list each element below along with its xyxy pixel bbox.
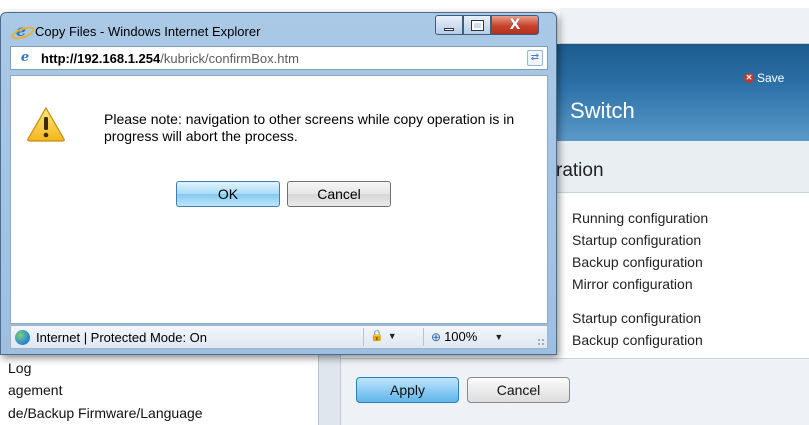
security-menu[interactable]: 🔒 ▼ (370, 329, 397, 342)
close-button[interactable]: X (491, 15, 539, 35)
security-zone: Internet | Protected Mode: On (36, 329, 208, 345)
security-icon: 🔒 (370, 330, 384, 342)
address-bar[interactable]: e http://192.168.1.254/kubrick/confirmBo… (10, 46, 548, 70)
ok-button[interactable]: OK (176, 181, 280, 207)
nav-item-upgrade-backup[interactable]: de/Backup Firmware/Language (8, 405, 203, 421)
option-mirror-configuration[interactable]: Mirror configuration (572, 276, 693, 292)
address-host: http://192.168.1.254 (41, 50, 161, 66)
warning-icon (27, 106, 65, 142)
apply-button[interactable]: Apply (356, 377, 459, 403)
nav-item-log[interactable]: Log (8, 360, 31, 376)
dialog-message: Please note: navigation to other screens… (104, 111, 515, 144)
chevron-down-icon: ▼ (387, 330, 397, 341)
option-backup-configuration-dest[interactable]: Backup configuration (572, 332, 703, 348)
save-label: Save (757, 71, 785, 85)
maximize-button[interactable] (463, 15, 491, 35)
compatibility-view-icon[interactable]: ⇄ (527, 50, 543, 66)
save-link[interactable]: ✕ Save (744, 71, 784, 85)
page-title: ration (556, 160, 604, 181)
minimize-icon (444, 27, 454, 31)
background-cancel-button[interactable]: Cancel (467, 377, 570, 403)
zoom-level: 100% (444, 329, 478, 344)
close-icon: X (509, 17, 521, 33)
nav-item-management[interactable]: agement (8, 382, 62, 398)
status-separator (423, 328, 424, 346)
option-running-configuration[interactable]: Running configuration (572, 210, 708, 226)
option-startup-configuration-dest[interactable]: Startup configuration (572, 310, 701, 326)
globe-icon (15, 329, 30, 345)
maximize-icon (470, 19, 484, 31)
resize-grip[interactable] (537, 338, 545, 346)
window-title: Copy Files - Windows Internet Explorer (35, 23, 261, 39)
status-bar: Internet | Protected Mode: On 🔒 ▼ ⊕ 100%… (10, 325, 548, 349)
option-startup-configuration[interactable]: Startup configuration (572, 232, 701, 248)
address-path: /kubrick/confirmBox.htm (160, 50, 299, 66)
background-tab-strip (560, 8, 809, 44)
chevron-down-icon: ▼ (494, 331, 504, 342)
address-url: http://192.168.1.254/kubrick/confirmBox.… (41, 51, 299, 66)
ie-page-icon: e (20, 50, 30, 65)
minimize-button[interactable] (435, 15, 463, 35)
window-titlebar: e Copy Files - Windows Internet Explorer (13, 23, 261, 39)
header-title: Switch (570, 98, 635, 123)
ie-logo-icon: e (13, 23, 29, 39)
ie-popup-window: e Copy Files - Windows Internet Explorer… (0, 12, 557, 355)
status-separator (363, 328, 364, 346)
save-icon: ✕ (744, 73, 754, 83)
zoom-menu[interactable]: ⊕ 100% ▼ (431, 329, 503, 344)
option-backup-configuration[interactable]: Backup configuration (572, 254, 703, 270)
dialog-content: Please note: navigation to other screens… (10, 75, 548, 324)
cancel-button[interactable]: Cancel (287, 181, 391, 207)
zoom-icon: ⊕ (431, 329, 442, 344)
